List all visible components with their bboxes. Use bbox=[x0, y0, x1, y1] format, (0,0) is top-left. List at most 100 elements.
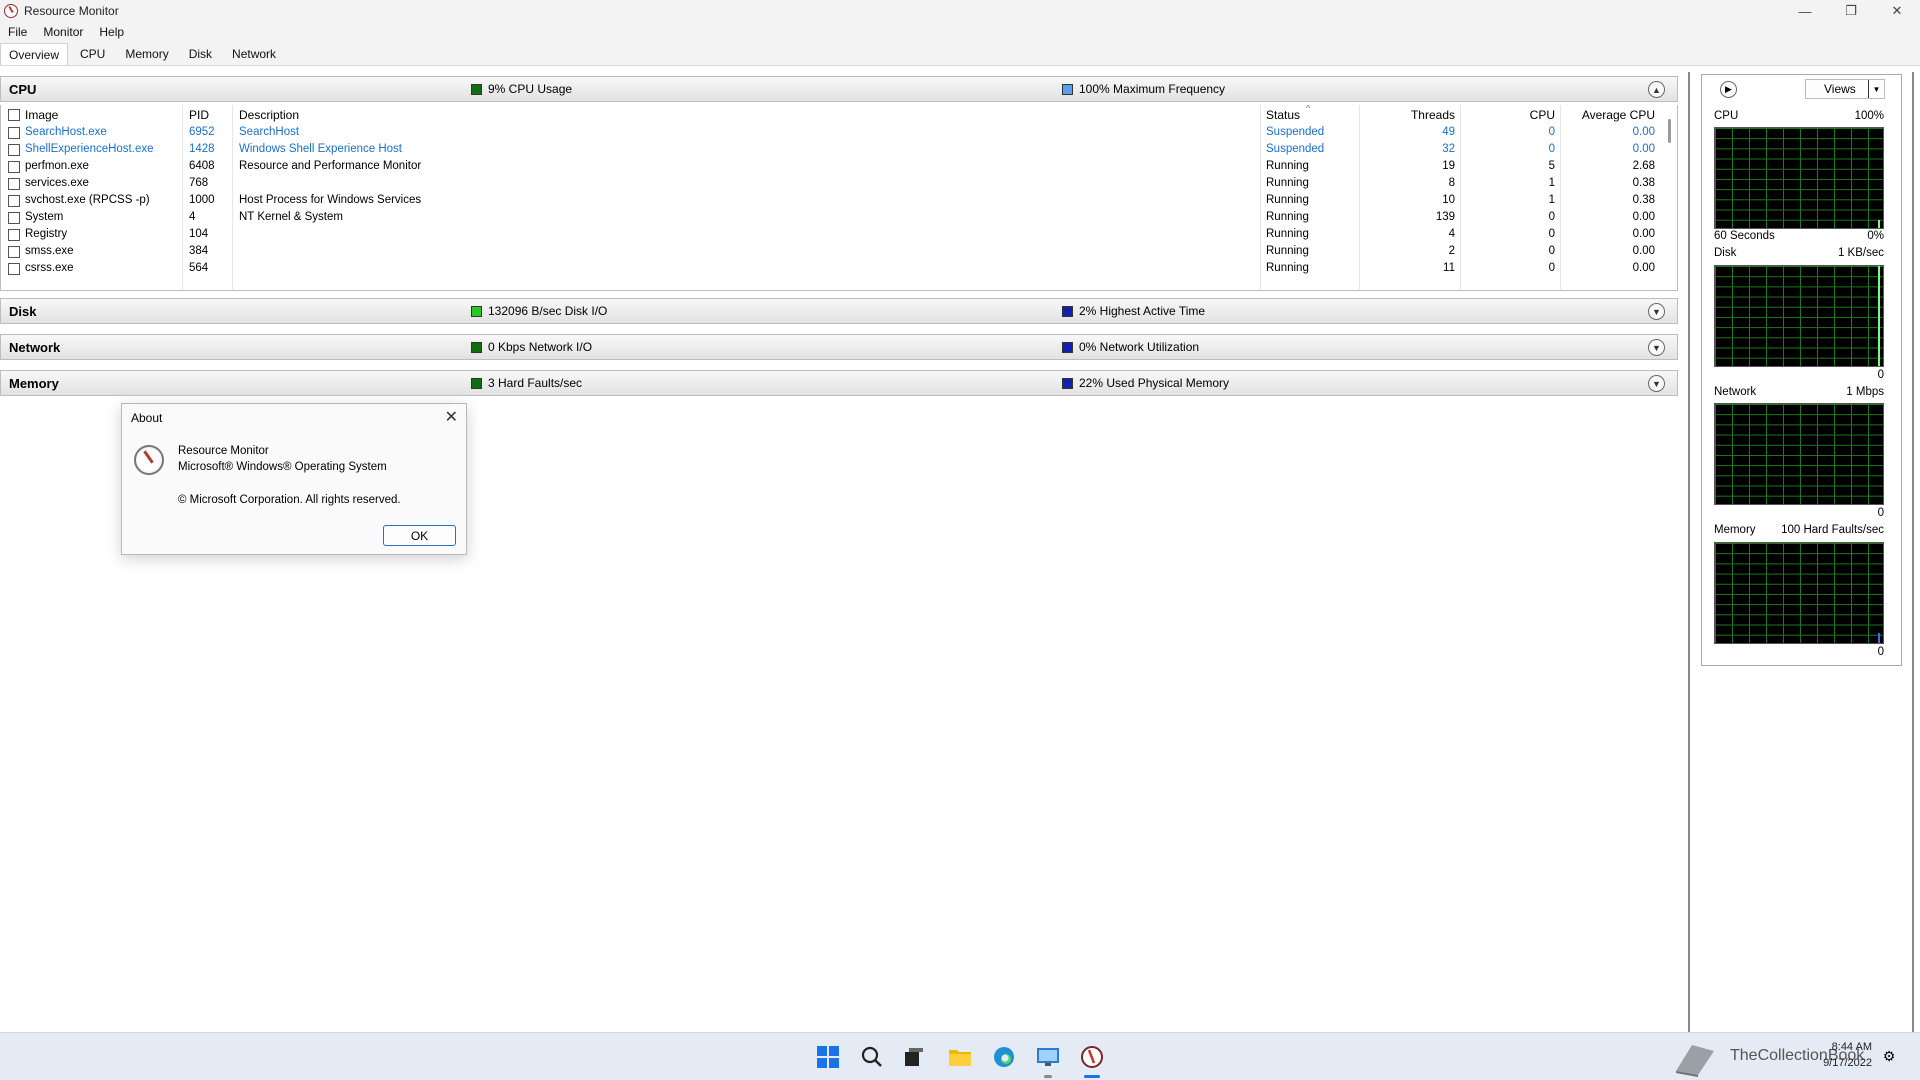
memory-section-header[interactable]: Memory 3 Hard Faults/sec 22% Used Physic… bbox=[0, 370, 1678, 396]
notification-icon[interactable]: ⚙ bbox=[1880, 1047, 1898, 1065]
cell-cpu: 0 bbox=[1548, 126, 1555, 138]
physical-memory-text: 22% Used Physical Memory bbox=[1079, 376, 1230, 390]
dropdown-arrow-icon[interactable]: ▼ bbox=[1868, 80, 1884, 98]
col-threads[interactable]: Threads bbox=[1367, 108, 1455, 124]
restore-button[interactable]: ❐ bbox=[1828, 0, 1874, 22]
cpu-section-header[interactable]: CPU 9% CPU Usage 100% Maximum Frequency … bbox=[0, 76, 1678, 102]
select-all-checkbox[interactable] bbox=[8, 109, 20, 121]
table-row[interactable]: smss.exe 384 Running 2 0 0.00 bbox=[1, 244, 1661, 261]
col-status[interactable]: Status bbox=[1266, 108, 1300, 124]
cell-pid: 4 bbox=[189, 211, 196, 223]
control-panel-icon[interactable] bbox=[1036, 1045, 1060, 1069]
cpu-process-table: Image PID Description Status ^ Threads C… bbox=[0, 105, 1678, 291]
tab-network[interactable]: Network bbox=[224, 43, 284, 65]
cell-image: csrss.exe bbox=[25, 262, 74, 274]
cell-pid: 768 bbox=[189, 177, 209, 189]
cell-threads: 8 bbox=[1448, 177, 1455, 189]
start-icon[interactable] bbox=[816, 1045, 840, 1069]
cell-image: ShellExperienceHost.exe bbox=[25, 143, 154, 155]
col-description[interactable]: Description bbox=[239, 108, 299, 124]
tab-cpu[interactable]: CPU bbox=[72, 43, 113, 65]
cell-average-cpu: 0.00 bbox=[1632, 245, 1655, 257]
chevron-right-icon[interactable]: ▶ bbox=[1720, 81, 1737, 98]
resource-monitor-icon[interactable] bbox=[1080, 1045, 1104, 1069]
col-image[interactable]: Image bbox=[25, 108, 58, 124]
col-cpu[interactable]: CPU bbox=[1467, 108, 1555, 124]
tab-memory[interactable]: Memory bbox=[117, 43, 176, 65]
cpu-graph-label: CPU bbox=[1714, 110, 1739, 122]
menu-help[interactable]: Help bbox=[91, 25, 132, 39]
cell-average-cpu: 0.38 bbox=[1632, 177, 1655, 189]
tab-overview[interactable]: Overview bbox=[0, 43, 69, 65]
resource-monitor-icon bbox=[134, 445, 164, 475]
menu-file[interactable]: File bbox=[0, 25, 35, 39]
cell-pid: 1000 bbox=[189, 194, 215, 206]
cell-status: Running bbox=[1266, 262, 1309, 274]
row-checkbox[interactable] bbox=[8, 144, 20, 156]
clock-time[interactable]: 8:44 AM bbox=[1800, 1041, 1872, 1053]
network-section-header[interactable]: Network 0 Kbps Network I/O 0% Network Ut… bbox=[0, 334, 1678, 360]
menu-bar: File Monitor Help bbox=[0, 22, 1920, 42]
table-row[interactable]: perfmon.exe 6408 Resource and Performanc… bbox=[1, 159, 1661, 176]
task-view-icon[interactable] bbox=[902, 1045, 926, 1069]
expand-down-icon[interactable]: ▼ bbox=[1648, 303, 1665, 320]
cell-image: perfmon.exe bbox=[25, 160, 89, 172]
row-checkbox[interactable] bbox=[8, 195, 20, 207]
disk-io-text: 132096 B/sec Disk I/O bbox=[488, 304, 608, 318]
row-checkbox[interactable] bbox=[8, 263, 20, 275]
table-scrollbar[interactable] bbox=[1668, 119, 1671, 143]
network-io-swatch bbox=[471, 341, 482, 353]
physical-memory-swatch bbox=[1062, 377, 1073, 389]
taskbar-running-indicator bbox=[1044, 1075, 1052, 1078]
col-average-cpu[interactable]: Average CPU bbox=[1567, 108, 1655, 124]
cpu-graph bbox=[1714, 127, 1884, 229]
cell-pid: 564 bbox=[189, 262, 209, 274]
cpu-frequency-legend: 100% Maximum Frequency bbox=[1062, 82, 1225, 96]
expand-down-icon[interactable]: ▼ bbox=[1648, 375, 1665, 392]
memory-graph bbox=[1714, 542, 1884, 644]
table-row[interactable]: services.exe 768 Running 8 1 0.38 bbox=[1, 176, 1661, 193]
cell-average-cpu: 0.00 bbox=[1632, 262, 1655, 274]
ok-button[interactable]: OK bbox=[383, 525, 456, 546]
close-icon[interactable]: ✕ bbox=[445, 407, 458, 427]
table-row[interactable]: csrss.exe 564 Running 11 0 0.00 bbox=[1, 261, 1661, 278]
memory-section-title: Memory bbox=[9, 375, 59, 391]
file-explorer-icon[interactable] bbox=[948, 1045, 972, 1069]
collapse-up-icon[interactable]: ▲ bbox=[1648, 81, 1665, 98]
edge-icon[interactable] bbox=[992, 1045, 1016, 1069]
panel-splitter-right[interactable] bbox=[1912, 72, 1914, 1032]
views-dropdown[interactable]: Views ▼ bbox=[1805, 79, 1885, 99]
row-checkbox[interactable] bbox=[8, 246, 20, 258]
row-checkbox[interactable] bbox=[8, 229, 20, 241]
network-graph bbox=[1714, 403, 1884, 505]
table-row[interactable]: svchost.exe (RPCSS -p) 1000 Host Process… bbox=[1, 193, 1661, 210]
table-row[interactable]: System 4 NT Kernel & System Running 139 … bbox=[1, 210, 1661, 227]
row-checkbox[interactable] bbox=[8, 161, 20, 173]
disk-io-swatch bbox=[471, 305, 482, 317]
cell-threads: 11 bbox=[1443, 262, 1455, 274]
expand-down-icon[interactable]: ▼ bbox=[1648, 339, 1665, 356]
network-io-legend: 0 Kbps Network I/O bbox=[471, 340, 592, 354]
row-checkbox[interactable] bbox=[8, 127, 20, 139]
search-icon[interactable] bbox=[860, 1045, 884, 1069]
minimize-button[interactable]: — bbox=[1782, 0, 1828, 22]
close-button[interactable]: ✕ bbox=[1874, 0, 1920, 22]
physical-memory-legend: 22% Used Physical Memory bbox=[1062, 376, 1229, 390]
table-row[interactable]: Registry 104 Running 4 0 0.00 bbox=[1, 227, 1661, 244]
row-checkbox[interactable] bbox=[8, 212, 20, 224]
cell-cpu: 1 bbox=[1548, 177, 1555, 189]
panel-splitter[interactable] bbox=[1688, 72, 1690, 1032]
menu-monitor[interactable]: Monitor bbox=[35, 25, 91, 39]
cell-cpu: 0 bbox=[1548, 211, 1555, 223]
table-row[interactable]: SearchHost.exe 6952 SearchHost Suspended… bbox=[1, 125, 1661, 142]
row-checkbox[interactable] bbox=[8, 178, 20, 190]
network-graph-label: Network bbox=[1714, 386, 1757, 398]
cell-image: svchost.exe (RPCSS -p) bbox=[25, 194, 150, 206]
tab-disk[interactable]: Disk bbox=[181, 43, 220, 65]
table-row[interactable]: ShellExperienceHost.exe 1428 Windows She… bbox=[1, 142, 1661, 159]
disk-section-header[interactable]: Disk 132096 B/sec Disk I/O 2% Highest Ac… bbox=[0, 298, 1678, 324]
col-pid[interactable]: PID bbox=[189, 108, 209, 124]
clock-date[interactable]: 9/17/2022 bbox=[1800, 1057, 1872, 1069]
window-controls: — ❐ ✕ bbox=[1782, 0, 1920, 22]
network-io-text: 0 Kbps Network I/O bbox=[488, 340, 593, 354]
